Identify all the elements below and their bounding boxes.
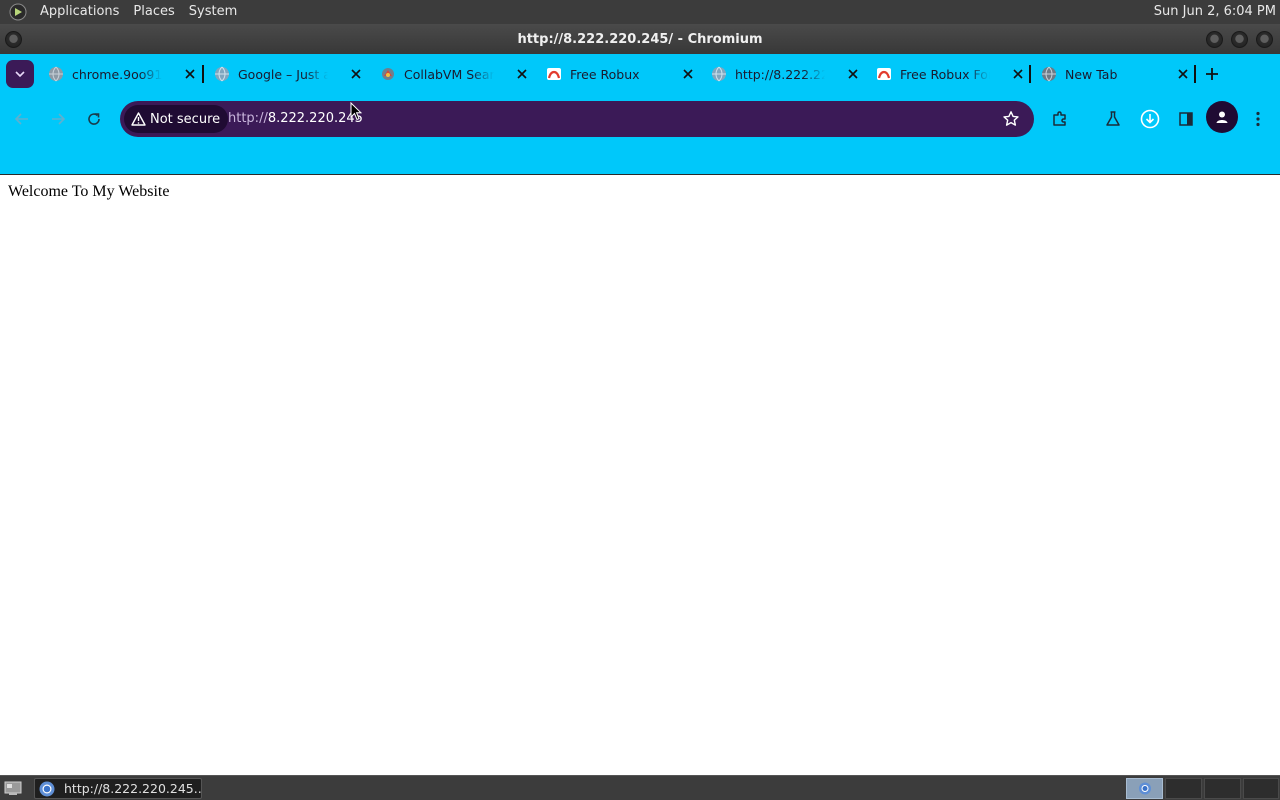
tab-collabvm-search[interactable]: CollabVM Search [380, 62, 530, 86]
star-icon [1003, 111, 1019, 126]
tab-free-robux-for-free[interactable]: Free Robux For Free [876, 62, 1026, 86]
forward-button[interactable] [46, 107, 70, 131]
reload-icon [88, 113, 100, 125]
panel-clock[interactable]: Sun Jun 2, 6:04 PM [1154, 0, 1276, 24]
page-content: Welcome To My Website [0, 175, 1280, 775]
close-window-button[interactable] [1256, 31, 1273, 48]
url-text[interactable]: http://8.222.220.245 [228, 101, 363, 137]
downloads-button[interactable] [1139, 108, 1161, 130]
workspace-1[interactable] [1126, 778, 1163, 799]
close-icon[interactable] [680, 66, 696, 82]
tab-title: New Tab [1065, 66, 1118, 82]
bookmark-star-button[interactable] [1002, 110, 1020, 128]
labs-button[interactable] [1102, 108, 1124, 130]
side-panel-icon [1179, 112, 1193, 126]
warning-icon [130, 111, 146, 127]
security-label: Not secure [150, 111, 221, 127]
plus-icon [1206, 68, 1218, 80]
tab-google[interactable]: Google – Just a moment... [214, 62, 364, 86]
close-icon[interactable] [1010, 66, 1026, 82]
window-title: http://8.222.220.245/ - Chromium [517, 32, 763, 47]
chromium-icon [1139, 782, 1151, 795]
chromium-icon [39, 781, 55, 797]
minimize-button[interactable] [1206, 31, 1223, 48]
globe-icon [214, 66, 230, 82]
extensions-button[interactable] [1049, 108, 1071, 130]
tab-free-robux[interactable]: Free Robux [546, 62, 696, 86]
globe-icon [48, 66, 64, 82]
applications-label[interactable]: Applications [33, 0, 126, 24]
maximize-button[interactable] [1231, 31, 1248, 48]
person-icon [1216, 111, 1228, 123]
close-icon[interactable] [182, 66, 198, 82]
download-icon [1140, 109, 1160, 129]
workspace-4[interactable] [1243, 778, 1279, 799]
window-titlebar[interactable]: http://8.222.220.245/ - Chromium [0, 24, 1280, 54]
close-icon[interactable] [845, 66, 861, 82]
top-panel: Applications Places System Sun Jun 2, 6:… [0, 0, 1280, 24]
arrow-right-icon [52, 113, 66, 125]
tab-chrome-9oo91e[interactable]: chrome.9oo91e [48, 62, 198, 86]
tab-search-button[interactable] [6, 60, 34, 88]
places-menu[interactable]: Places [126, 0, 181, 24]
back-button[interactable] [10, 107, 34, 131]
taskbar-window-chromium[interactable]: http://8.222.220.245... [34, 778, 202, 799]
robux-icon [546, 66, 562, 82]
window-menu-button[interactable] [5, 31, 22, 48]
reload-button[interactable] [82, 107, 106, 131]
profile-button[interactable] [1206, 101, 1238, 133]
show-desktop-button[interactable] [3, 780, 23, 797]
tab-title: CollabVM Search [404, 66, 494, 82]
tab-title: http://8.222.220.245/ [735, 66, 825, 82]
workspace-2[interactable] [1165, 778, 1202, 799]
globe-icon [711, 66, 727, 82]
browser-frame: chrome.9oo91e Google – Just a moment... … [0, 54, 1280, 174]
url-host: 8.222.220.245 [267, 111, 363, 126]
flask-icon [1106, 111, 1120, 126]
distro-logo-icon [9, 3, 27, 21]
close-icon[interactable] [514, 66, 530, 82]
collabvm-icon [380, 66, 396, 82]
robux-icon [876, 66, 892, 82]
taskbar-window-label: http://8.222.220.245... [64, 781, 201, 796]
tab-separator [202, 65, 204, 83]
tab-new-tab[interactable]: New Tab [1041, 62, 1191, 86]
tab-8-222-220-245[interactable]: http://8.222.220.245/ [711, 62, 861, 86]
page-heading: Welcome To My Website [8, 183, 170, 200]
tab-title: chrome.9oo91e [72, 66, 162, 82]
close-icon[interactable] [1175, 66, 1191, 82]
applications-menu[interactable]: Applications [0, 0, 126, 24]
new-tab-button[interactable] [1203, 65, 1221, 83]
system-menu[interactable]: System [182, 0, 244, 24]
chevron-down-icon [15, 71, 25, 78]
mouse-cursor-icon [350, 102, 362, 121]
security-chip[interactable]: Not secure [124, 105, 229, 133]
close-icon[interactable] [348, 66, 364, 82]
kebab-menu-icon [1256, 111, 1260, 127]
bottom-taskbar: http://8.222.220.245... [0, 775, 1280, 800]
tab-title: Free Robux [570, 66, 640, 82]
tab-title: Google – Just a moment... [238, 66, 328, 82]
workspace-3[interactable] [1204, 778, 1241, 799]
address-bar[interactable]: Not secure http://8.222.220.245 [120, 101, 1034, 137]
desktop-icon [4, 781, 22, 795]
tab-separator [1029, 65, 1031, 83]
tab-title: Free Robux For Free [900, 66, 990, 82]
tab-separator [1194, 65, 1196, 83]
url-scheme: http:// [228, 111, 268, 126]
side-panel-button[interactable] [1175, 108, 1197, 130]
globe-icon [1041, 66, 1057, 82]
arrow-left-icon [14, 113, 28, 125]
puzzle-icon [1053, 111, 1066, 126]
browser-menu-button[interactable] [1247, 108, 1269, 130]
